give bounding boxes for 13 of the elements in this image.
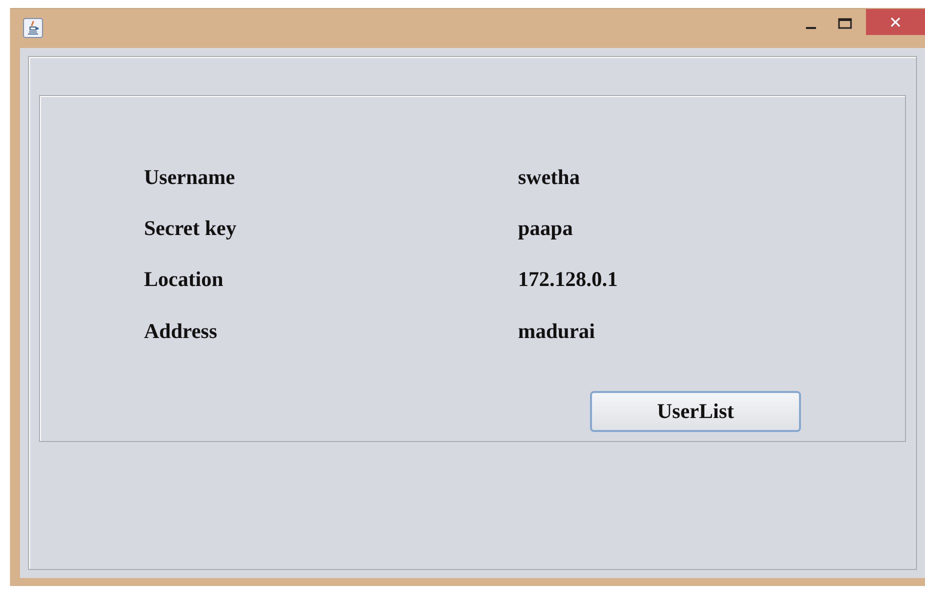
field-label: Secret key [144,216,238,242]
field-label: Username [144,165,236,190]
userlist-button[interactable]: UserList [590,390,801,432]
maximize-icon [838,18,852,30]
field-label: Location [144,267,224,293]
field-value: swetha [518,165,581,190]
field-value: madurai [518,318,596,344]
field-value: 172.128.0.1 [518,267,619,293]
field-value: paapa [518,216,574,242]
coffee-cup-icon [23,18,43,38]
close-button[interactable]: ✕ [866,9,925,35]
minimize-icon [806,27,816,29]
field-label: Address [144,318,218,344]
